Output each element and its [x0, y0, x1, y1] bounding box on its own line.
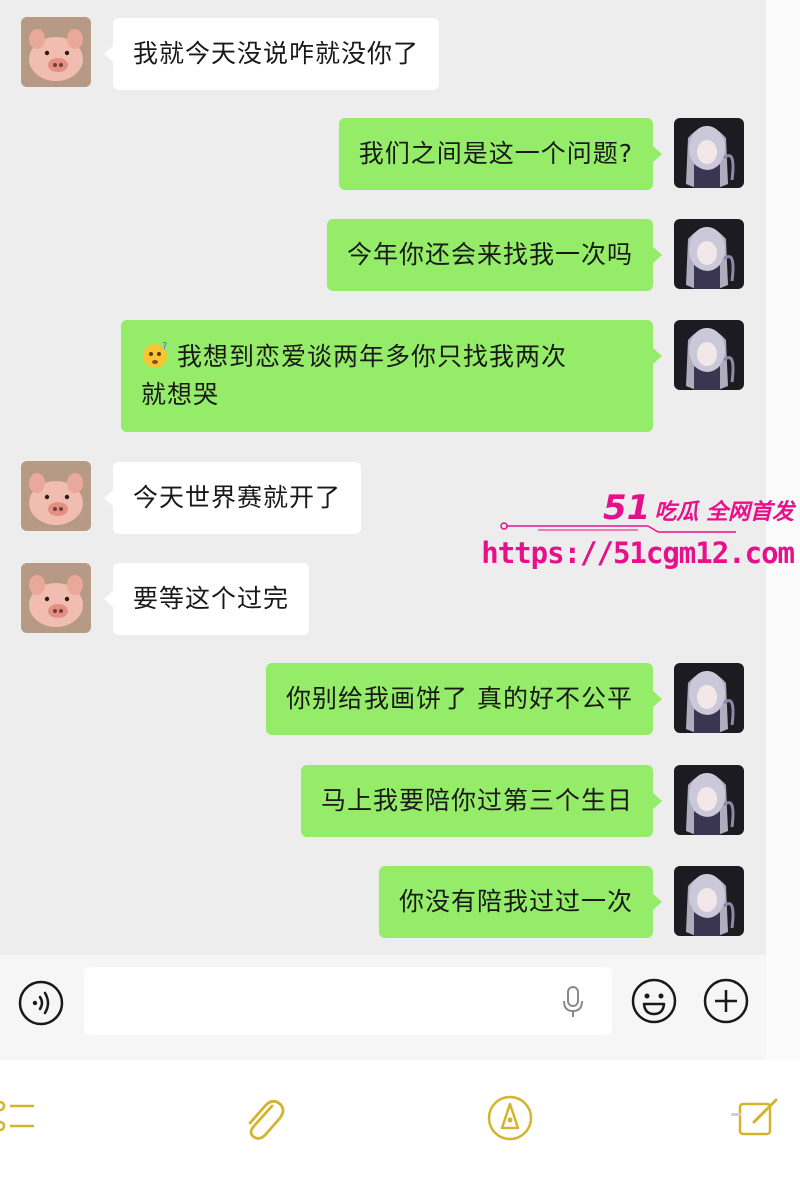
chat-area: 我就今天没说咋就没你了 我们之间是这一个问题? 今年你还会来找我一次吗 ? 我想…	[0, 0, 766, 955]
pig-avatar[interactable]	[21, 563, 91, 633]
message-text: 我就今天没说咋就没你了	[133, 39, 420, 68]
chat-input-bar	[0, 955, 766, 1060]
scroll-indicator	[731, 1113, 741, 1116]
checklist-icon[interactable]	[0, 1092, 42, 1144]
watermark-url: https://51cgm12.com	[481, 536, 795, 570]
message-text: 我想到恋爱谈两年多你只找我两次	[177, 342, 568, 371]
message-bubble[interactable]: 我就今天没说咋就没你了	[103, 18, 440, 90]
message-bubble[interactable]: 要等这个过完	[103, 563, 310, 635]
message-bubble[interactable]: 今天世界赛就开了	[103, 462, 362, 534]
message-bubble[interactable]: 马上我要陪你过第三个生日	[300, 765, 663, 837]
anime-girl-avatar[interactable]	[674, 219, 744, 289]
anime-girl-avatar[interactable]	[674, 866, 744, 936]
anime-girl-avatar[interactable]	[674, 320, 744, 390]
message-bubble[interactable]: ? 我想到恋爱谈两年多你只找我两次 就想哭	[121, 320, 662, 432]
message-text: 你没有陪我过过一次	[398, 887, 633, 916]
watermark-circuit-line-icon	[500, 522, 736, 533]
pig-avatar[interactable]	[21, 461, 91, 531]
confused-face-emoji-icon: ?	[141, 340, 171, 370]
edit-icon[interactable]	[732, 1092, 784, 1144]
plus-icon[interactable]	[702, 977, 750, 1025]
message-bubble[interactable]: 你别给我画饼了 真的好不公平	[266, 663, 662, 735]
message-text: 我们之间是这一个问题?	[358, 139, 633, 168]
notes-toolbar	[0, 1060, 800, 1177]
emoji-icon[interactable]	[630, 977, 678, 1025]
pig-avatar[interactable]	[21, 17, 91, 87]
message-input[interactable]	[84, 967, 612, 1035]
watermark: 51 吃瓜 全网首发 https://51cgm12.com	[481, 488, 800, 578]
message-text: 马上我要陪你过第三个生日	[320, 786, 633, 815]
pen-icon[interactable]	[484, 1092, 536, 1144]
message-text: 你别给我画饼了 真的好不公平	[286, 684, 633, 713]
voice-icon[interactable]	[17, 979, 65, 1027]
microphone-icon[interactable]	[560, 984, 586, 1020]
message-bubble[interactable]: 你没有陪我过过一次	[378, 866, 663, 938]
anime-girl-avatar[interactable]	[674, 118, 744, 188]
svg-text:?: ?	[162, 341, 168, 352]
paperclip-icon[interactable]	[236, 1092, 288, 1144]
message-bubble[interactable]: 今年你还会来找我一次吗	[326, 219, 663, 291]
message-text: 就想哭	[141, 380, 220, 409]
message-text: 今天世界赛就开了	[133, 483, 342, 512]
message-text: 要等这个过完	[133, 584, 290, 613]
message-text: 今年你还会来找我一次吗	[346, 240, 633, 269]
anime-girl-avatar[interactable]	[674, 765, 744, 835]
message-bubble[interactable]: 我们之间是这一个问题?	[338, 118, 663, 190]
anime-girl-avatar[interactable]	[674, 663, 744, 733]
